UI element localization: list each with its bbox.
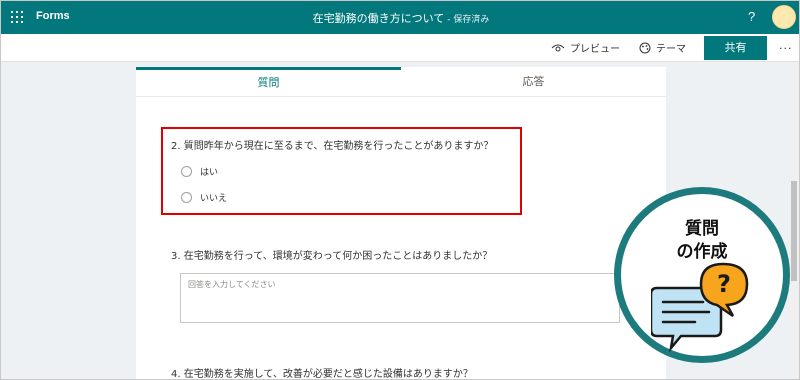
question-3-title: 3. 在宅勤務を行って、環境が変わって何か困ったことはありましたか？ <box>171 251 493 262</box>
help-icon[interactable]: ? <box>748 9 755 24</box>
radio-button[interactable] <box>181 166 192 177</box>
option-label: いいえ <box>200 194 228 204</box>
top-bar: Forms 在宅勤務の働き方について - 保存済み ? <box>1 1 799 34</box>
answer-placeholder: 回答を入力してください <box>188 280 276 289</box>
theme-button[interactable]: テーマ <box>639 40 686 55</box>
document-title[interactable]: 在宅勤務の働き方について - 保存済み <box>1 10 799 26</box>
palette-icon <box>639 42 651 53</box>
option-yes[interactable]: はい <box>181 165 218 178</box>
badge-title-line1: 質問 <box>685 219 719 239</box>
preview-button[interactable]: プレビュー <box>551 40 620 55</box>
command-bar: プレビュー テーマ 共有 ··· <box>1 34 799 62</box>
scroll-thumb[interactable] <box>791 181 797 281</box>
tab-bar: 質問 応答 <box>136 67 666 97</box>
question-creation-badge: 質問 の作成 ? <box>614 187 790 363</box>
scrollbar[interactable] <box>788 63 799 379</box>
question-2-card[interactable]: 2. 質問昨年から現在に至るまで、在宅勤務を行ったことがありますか？ はい いい… <box>161 127 522 215</box>
avatar[interactable] <box>772 5 796 29</box>
form-card: 質問 応答 2. 質問昨年から現在に至るまで、在宅勤務を行ったことがありますか？… <box>136 67 666 380</box>
chat-bubbles-illustration: ? <box>651 262 749 353</box>
theme-label: テーマ <box>656 44 686 55</box>
tab-responses[interactable]: 応答 <box>401 67 666 97</box>
forms-window: Forms 在宅勤務の働き方について - 保存済み ? プレビュー テーマ 共有 … <box>0 0 800 380</box>
document-title-text: 在宅勤務の働き方について <box>312 12 445 25</box>
tab-questions[interactable]: 質問 <box>136 67 401 97</box>
question-mark: ? <box>717 270 731 298</box>
answer-text-field[interactable]: 回答を入力してください <box>180 273 620 323</box>
option-label: はい <box>200 168 219 178</box>
question-4-title: 4. 在宅勤務を実施して、改善が必要だと感じた設備はありますか？ <box>171 369 473 380</box>
more-icon[interactable]: ··· <box>779 42 793 55</box>
share-button[interactable]: 共有 <box>704 36 767 60</box>
eye-icon <box>551 44 565 51</box>
option-no[interactable]: いいえ <box>181 191 227 204</box>
saved-status: - 保存済み <box>447 15 490 25</box>
question-2-title: 2. 質問昨年から現在に至るまで、在宅勤務を行ったことがありますか？ <box>171 141 494 152</box>
radio-button[interactable] <box>181 192 192 203</box>
preview-label: プレビュー <box>570 44 620 55</box>
